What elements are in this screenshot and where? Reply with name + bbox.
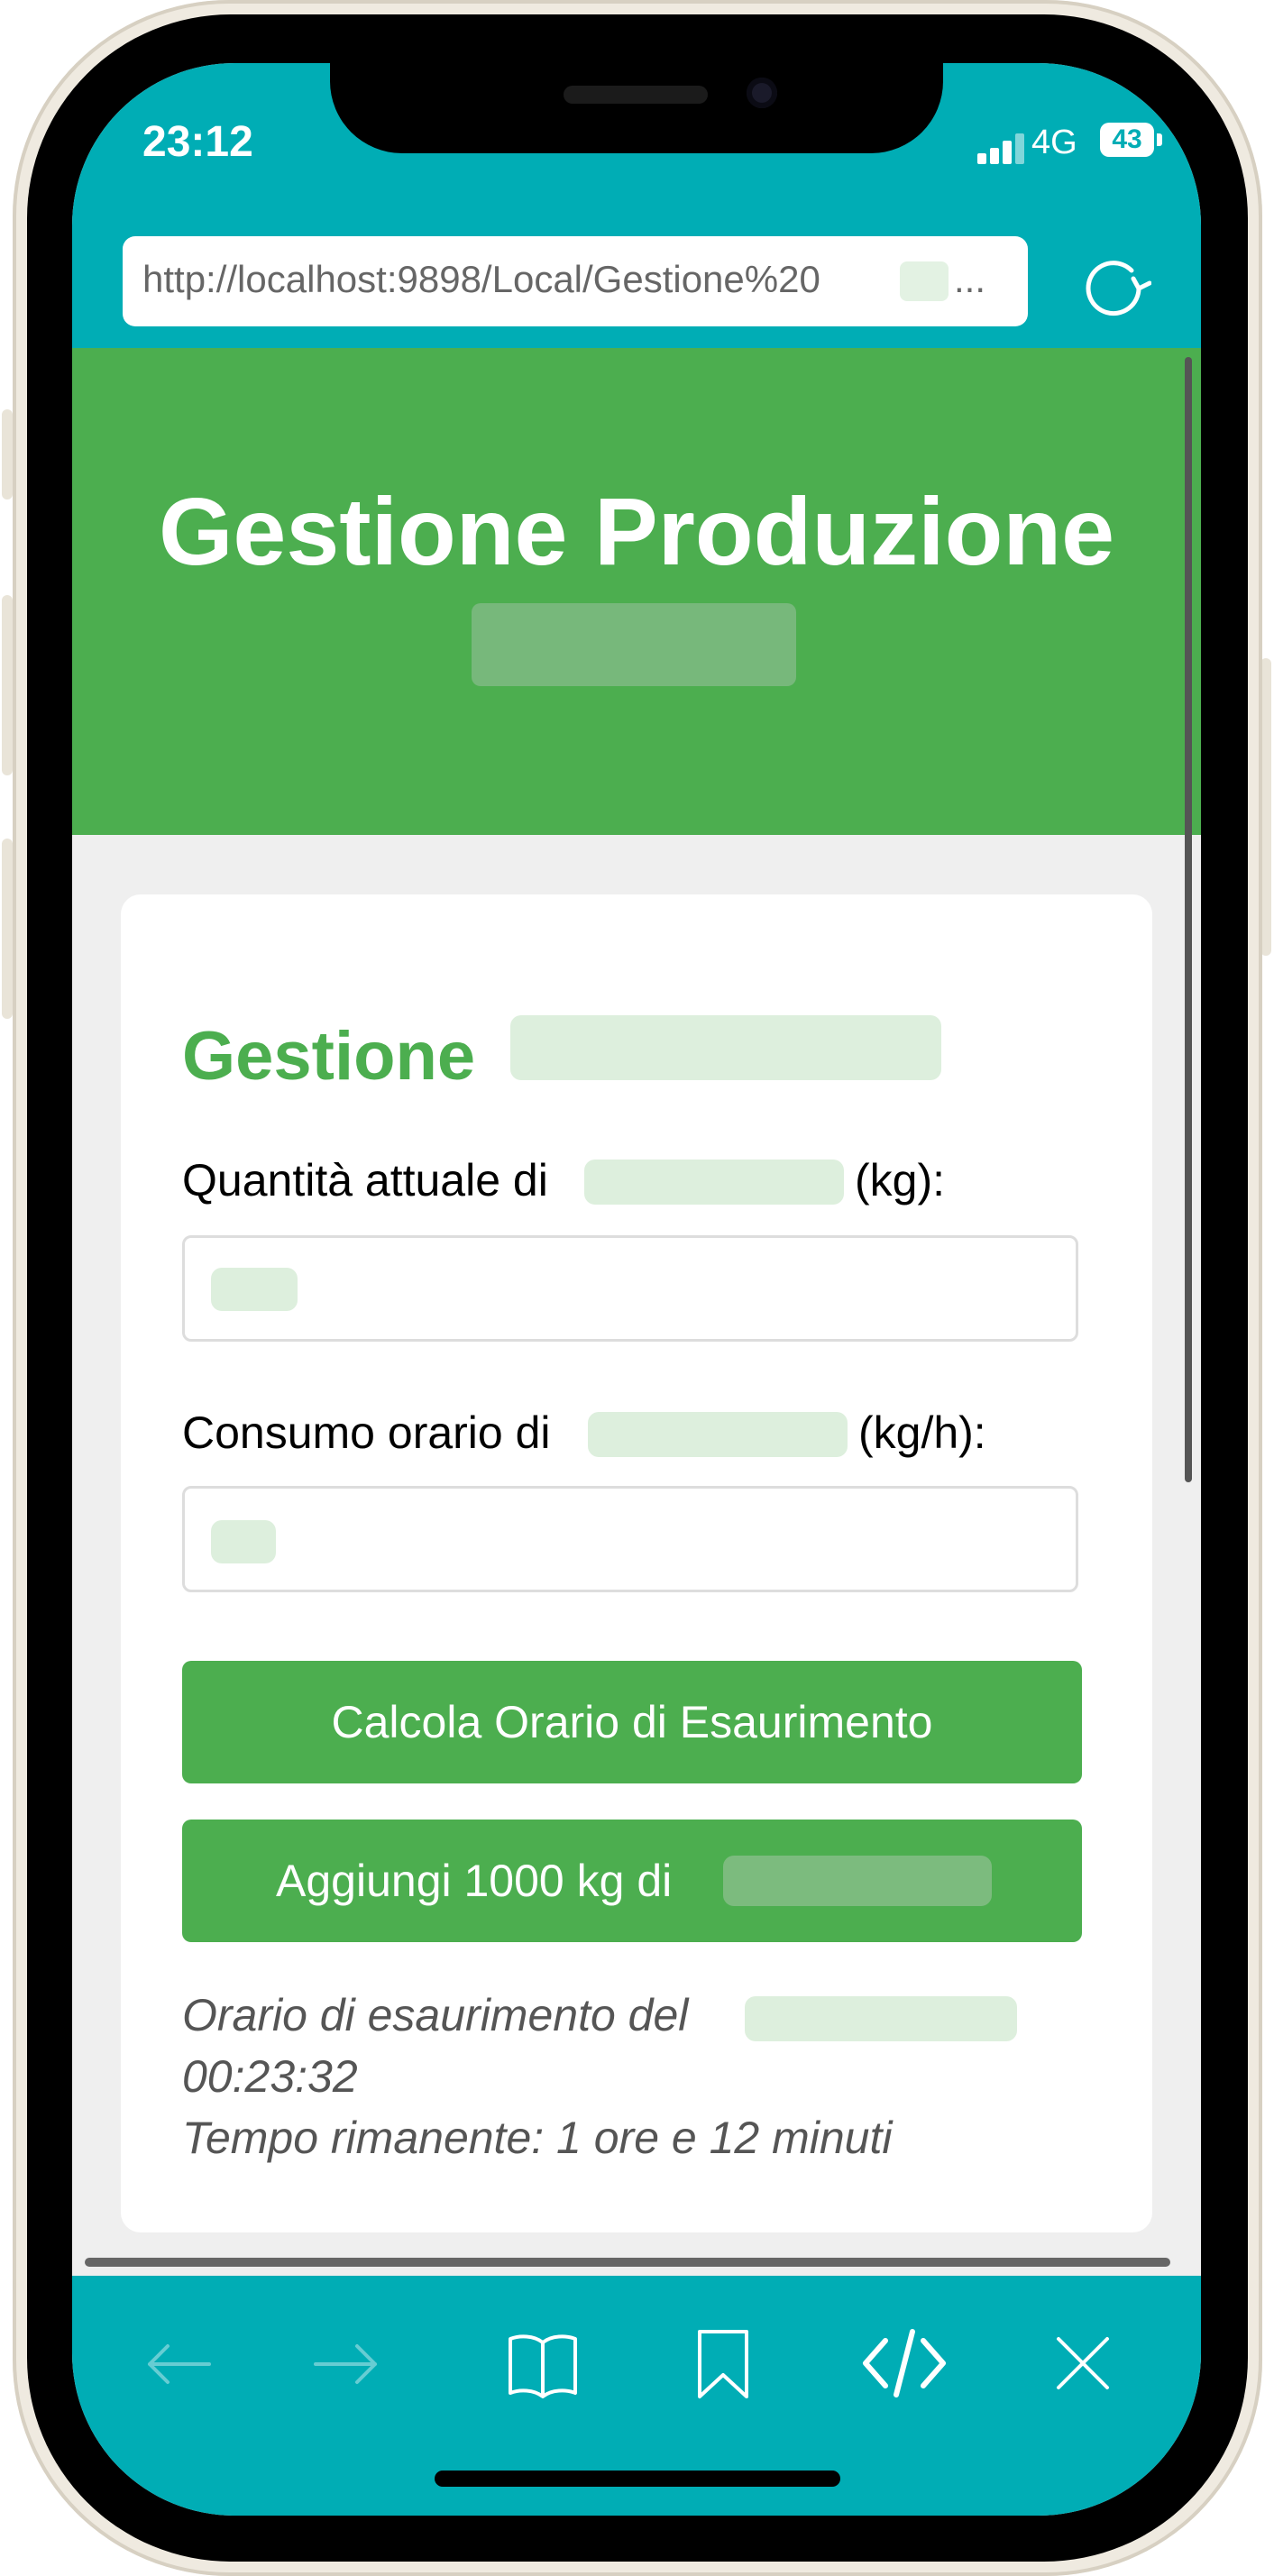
page-title: Gestione Produzione [158,479,1115,585]
redacted-consumption-value [211,1520,276,1563]
close-icon[interactable] [1051,2332,1114,2399]
redacted-url-part [900,261,949,301]
signal-icon [977,133,1026,164]
redacted-material [745,1996,1017,2041]
code-icon[interactable] [862,2328,947,2403]
bookmark-icon[interactable] [694,2328,752,2405]
redacted-material [588,1412,848,1457]
consumption-label: Consumo orario di [182,1407,551,1458]
consumption-input[interactable] [182,1486,1078,1592]
phone-screen: 23:12 4G 43 http://localhost:9898/Local/… [72,63,1201,2516]
quantity-label: Quantità attuale di [182,1155,548,1205]
url-ellipsis: ... [954,258,986,300]
back-arrow-icon[interactable] [142,2337,215,2396]
quantity-unit: (kg): [855,1155,945,1205]
vertical-scrollbar[interactable] [1185,357,1192,1482]
front-camera [747,78,777,108]
redacted-material [723,1856,992,1906]
redacted-section-name [510,1015,941,1080]
quantity-input[interactable] [182,1235,1078,1342]
reload-icon[interactable] [1076,249,1152,329]
calculate-button[interactable]: Calcola Orario di Esaurimento [182,1661,1082,1783]
result-line-1: Orario di esaurimento del [182,1990,689,2040]
redacted-quantity-value [211,1268,298,1311]
depletion-time: 00:23:32 [182,2051,358,2102]
status-time: 23:12 [142,118,253,166]
redacted-subtitle [472,603,796,686]
speaker [564,86,708,104]
battery-icon: 43 [1100,123,1154,157]
remaining-time: Tempo rimanente: 1 ore e 12 minuti [182,2113,893,2163]
page-header [72,348,1201,835]
horizontal-scrollbar[interactable] [85,2258,1170,2267]
url-text[interactable]: http://localhost:9898/Local/Gestione%20 [142,258,972,301]
consumption-unit: (kg/h): [858,1407,986,1458]
network-type: 4G [1031,124,1077,161]
redacted-material [584,1160,844,1205]
home-indicator[interactable] [435,2471,840,2487]
forward-arrow-icon[interactable] [310,2337,382,2396]
battery-tip [1157,133,1162,146]
add-stock-button-label: Aggiungi 1000 kg di [276,1856,673,1906]
side-button [2,409,13,500]
side-button [2,595,13,775]
notch [330,63,943,153]
book-icon[interactable] [507,2332,579,2403]
side-button [2,839,13,1019]
section-title: Gestione [182,1018,476,1095]
